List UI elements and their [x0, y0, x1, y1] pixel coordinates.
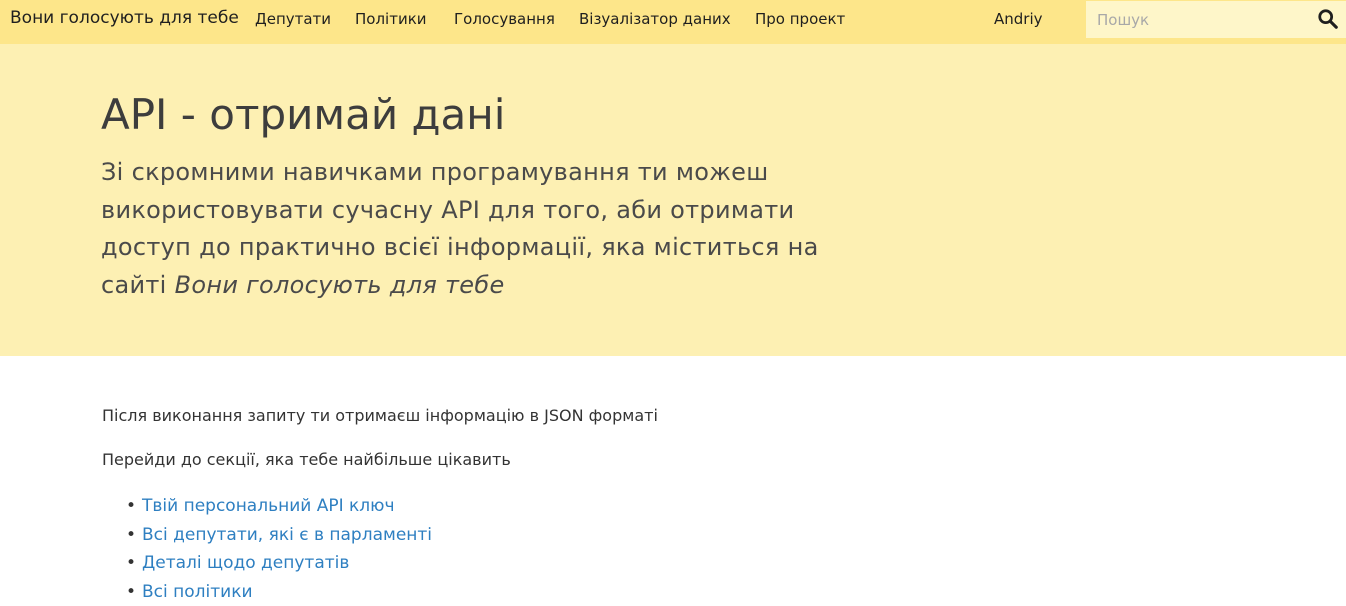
section-link-api-key[interactable]: Твій персональний API ключ — [142, 496, 395, 516]
brand-link[interactable]: Вони голосують для тебе — [10, 8, 239, 28]
hero-banner: API - отримай дані Зі скромними навичкам… — [0, 44, 1346, 356]
top-navbar: Вони голосують для тебе Депутати Політик… — [0, 0, 1346, 44]
nav-link-data-visualizer[interactable]: Візуалізатор даних — [579, 10, 731, 28]
search-box — [1086, 1, 1346, 38]
list-item: Всі депутати, які є в парламенті — [142, 521, 1202, 550]
section-link-all-deputies[interactable]: Всі депутати, які є в парламенті — [142, 525, 432, 545]
page-title: API - отримай дані — [101, 90, 505, 139]
nav-link-votes[interactable]: Голосування — [454, 10, 555, 28]
list-item: Деталі щодо депутатів — [142, 549, 1202, 578]
nav-link-deputies[interactable]: Депутати — [255, 10, 331, 28]
nav-link-about[interactable]: Про проект — [755, 10, 845, 28]
nav-link-politicians[interactable]: Політики — [355, 10, 427, 28]
intro-paragraph: Після виконання запиту ти отримаєш інфор… — [102, 404, 1202, 448]
choose-section-paragraph: Перейди до секції, яка тебе найбільше ці… — [102, 448, 1202, 492]
main-content: Після виконання запиту ти отримаєш інфор… — [102, 404, 1202, 606]
hero-lead-site-name: Вони голосують для тебе — [175, 271, 505, 299]
section-list: Твій персональний API ключ Всі депутати,… — [102, 492, 1202, 606]
list-item: Твій персональний API ключ — [142, 492, 1202, 521]
search-input[interactable] — [1086, 1, 1312, 38]
section-link-all-politicians[interactable]: Всі політики — [142, 582, 253, 602]
hero-lead: Зі скромними навичками програмування ти … — [101, 154, 821, 304]
section-link-deputy-details[interactable]: Деталі щодо депутатів — [142, 553, 349, 573]
magnifier-icon — [1317, 8, 1339, 30]
search-button[interactable] — [1316, 8, 1340, 32]
user-menu-link[interactable]: Andriy — [994, 10, 1043, 28]
